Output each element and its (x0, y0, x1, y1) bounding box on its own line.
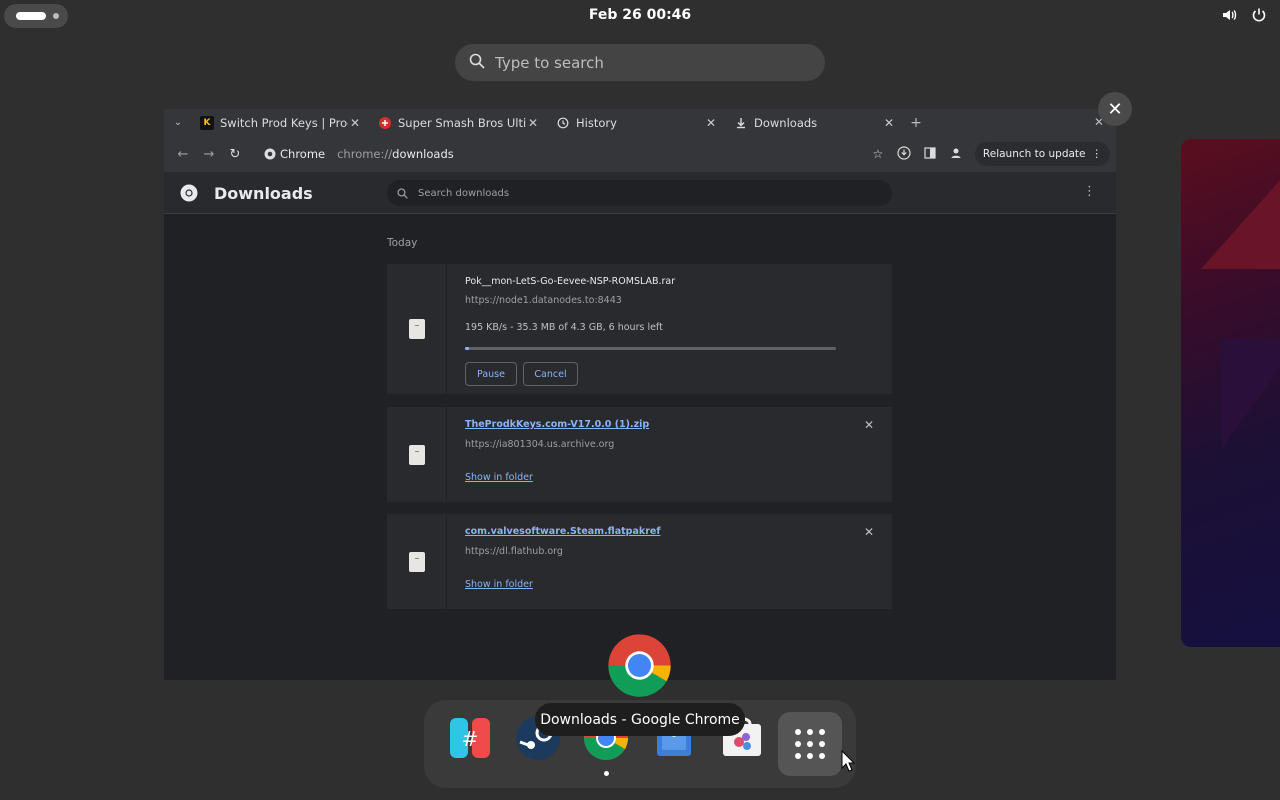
app-grid-icon (807, 753, 813, 759)
second-window-thumbnail[interactable] (1181, 139, 1280, 647)
download-filename-link[interactable]: com.valvesoftware.Steam.flatpakref (465, 526, 660, 537)
download-filename-link[interactable]: TheProdkKeys.com-V17.0.0 (1).zip (465, 419, 649, 430)
downloads-search[interactable] (387, 180, 892, 206)
chrome-icon (608, 634, 671, 697)
app-grid-icon (819, 753, 825, 759)
downloads-search-input[interactable] (418, 187, 818, 199)
side-panel-icon[interactable] (917, 146, 943, 162)
app-grid-icon (807, 741, 813, 747)
hovered-chrome-icon[interactable] (607, 633, 672, 698)
clock[interactable]: Feb 26 00:46 (0, 7, 1280, 23)
show-in-folder-link[interactable]: Show in folder (465, 472, 533, 483)
pause-button[interactable]: Pause (465, 362, 517, 386)
page-title: Downloads (214, 184, 313, 203)
tab-downloads[interactable]: Downloads ✕ (726, 109, 904, 136)
downloads-toolbar-icon[interactable] (891, 145, 917, 163)
section-today-label: Today (387, 237, 418, 249)
tab-title: History (576, 115, 617, 130)
tab-search-chevron-icon[interactable]: ⌄ (164, 117, 192, 128)
security-chip[interactable]: Chrome (264, 147, 325, 161)
tab-close-icon[interactable]: ✕ (704, 116, 718, 130)
download-item: com.valvesoftware.Steam.flatpakref ✕ htt… (387, 514, 892, 609)
download-progress-bar (465, 347, 836, 350)
file-icon-wrap (387, 407, 447, 502)
file-icon (408, 551, 425, 572)
file-icon (408, 319, 425, 339)
chrome-icon (264, 148, 276, 160)
wallpaper-shape (1201, 179, 1280, 269)
history-icon (556, 116, 570, 130)
show-apps-button[interactable] (778, 712, 842, 776)
download-source: https://ia801304.us.archive.org (465, 439, 615, 450)
close-window-button[interactable]: ✕ (1098, 92, 1132, 126)
download-progress-fill (465, 347, 469, 350)
new-tab-plus-icon[interactable]: + (904, 115, 928, 131)
tab-title: Switch Prod Keys | Prod… (220, 115, 348, 130)
address-bar[interactable]: Chrome chrome://downloads (254, 140, 859, 168)
kebab-menu-icon: ⋮ (1091, 148, 1103, 160)
download-item: Pok__mon-LetS-Go-Eevee-NSP-ROMSLAB.rar h… (387, 264, 892, 394)
tab-close-icon[interactable]: ✕ (882, 116, 896, 130)
profile-icon[interactable] (943, 147, 969, 162)
power-icon[interactable] (1250, 6, 1268, 24)
app-grid-icon (795, 729, 801, 735)
hashtag-app-icon: # (450, 718, 490, 758)
mouse-cursor-icon (841, 749, 856, 776)
tab-title: Super Smash Bros Ultima… (398, 115, 526, 130)
app-grid-icon (819, 729, 825, 735)
smash-favicon-icon (378, 116, 392, 130)
show-in-folder-link[interactable]: Show in folder (465, 579, 533, 590)
url-path: downloads (392, 147, 454, 161)
tab-close-icon[interactable]: ✕ (526, 116, 540, 130)
remove-item-icon[interactable]: ✕ (864, 525, 874, 539)
forward-arrow-icon[interactable]: → (196, 147, 222, 162)
file-icon-wrap (387, 264, 447, 394)
downloads-header: Downloads ⋮ (164, 172, 1116, 214)
k-favicon-icon: K (200, 115, 214, 130)
download-filename: Pok__mon-LetS-Go-Eevee-NSP-ROMSLAB.rar (465, 276, 676, 287)
app-tooltip: Downloads - Google Chrome (535, 703, 745, 736)
chrome-logo-icon (180, 184, 198, 206)
download-source: https://node1.datanodes.to:8443 (465, 295, 622, 306)
download-item: TheProdkKeys.com-V17.0.0 (1).zip ✕ https… (387, 407, 892, 502)
svg-text:#: # (462, 727, 479, 751)
tab-close-icon[interactable]: ✕ (348, 116, 362, 130)
tab-title: Downloads (754, 115, 818, 130)
tab-strip: ⌄ K Switch Prod Keys | Prod… ✕ Super Sma… (164, 109, 1116, 136)
cancel-button[interactable]: Cancel (523, 362, 578, 386)
bookmark-star-icon[interactable]: ☆ (865, 147, 891, 161)
tab-history[interactable]: History ✕ (548, 109, 726, 136)
download-icon (734, 116, 748, 130)
search-icon (397, 184, 408, 203)
overview-search-input[interactable] (495, 53, 795, 72)
tab-super-smash-bros[interactable]: Super Smash Bros Ultima… ✕ (370, 109, 548, 136)
tab-switch-prod-keys[interactable]: K Switch Prod Keys | Prod… ✕ (192, 109, 370, 136)
dock-app-hashtag[interactable]: # (442, 714, 498, 776)
download-source: https://dl.flathub.org (465, 546, 563, 557)
file-icon (408, 444, 425, 465)
app-grid-icon (819, 741, 825, 747)
chrome-window[interactable]: ⌄ K Switch Prod Keys | Prod… ✕ Super Sma… (164, 109, 1116, 680)
running-indicator (604, 771, 609, 776)
file-icon-wrap (387, 514, 447, 609)
more-options-icon[interactable]: ⋮ (1083, 184, 1096, 199)
remove-item-icon[interactable]: ✕ (864, 418, 874, 432)
toolbar: ← → ↻ Chrome chrome://downloads ☆ Relaun… (164, 136, 1116, 172)
app-grid-icon (807, 729, 813, 735)
app-grid-icon (795, 741, 801, 747)
overview-search[interactable] (455, 44, 825, 81)
url-prefix: chrome:// (337, 147, 393, 161)
relaunch-to-update-button[interactable]: Relaunch to update ⋮ (974, 142, 1110, 166)
download-status: 195 KB/s - 35.3 MB of 4.3 GB, 6 hours le… (465, 322, 663, 333)
search-icon (469, 53, 485, 73)
system-tray[interactable] (1220, 6, 1268, 24)
reload-icon[interactable]: ↻ (222, 147, 248, 162)
chip-label: Chrome (280, 147, 326, 161)
app-grid-icon (795, 753, 801, 759)
back-arrow-icon[interactable]: ← (170, 147, 196, 162)
relaunch-label: Relaunch to update (982, 148, 1086, 160)
wallpaper-shape (1221, 339, 1280, 449)
top-bar: Feb 26 00:46 (0, 0, 1280, 32)
volume-icon[interactable] (1220, 6, 1238, 24)
